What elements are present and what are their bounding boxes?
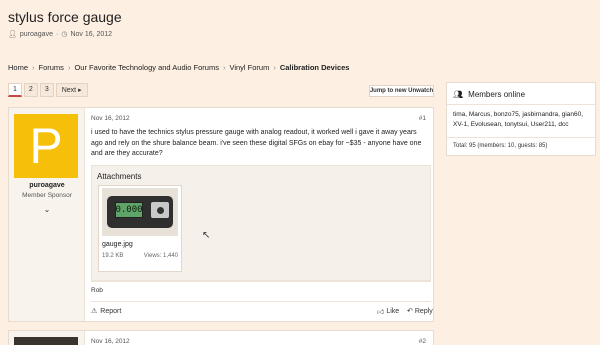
gauge-image: 0.000 (107, 196, 173, 228)
attachment-name[interactable]: gauge.jpg (102, 241, 133, 248)
mouse-cursor-icon: ↖ (202, 230, 211, 241)
user-title: Member Sponsor (22, 192, 72, 199)
gauge-screen: 0.000 (115, 202, 143, 218)
reply-button[interactable]: ↶ Reply (407, 307, 433, 316)
chevron-right-icon: › (67, 63, 71, 72)
page-link-3[interactable]: 3 (39, 83, 54, 97)
user-pane (9, 331, 85, 345)
members-list[interactable]: tima, Marcus, bonzo75, jasbirnandra, gia… (453, 110, 593, 130)
divider (91, 301, 431, 302)
breadcrumb-forums[interactable]: Forums (39, 63, 64, 72)
post-number[interactable]: #2 (419, 338, 426, 345)
avatar[interactable] (14, 337, 78, 345)
chevron-right-icon: › (222, 63, 226, 72)
post-date[interactable]: Nov 16, 2012 (91, 115, 130, 122)
report-label: Report (100, 307, 122, 315)
caret-right-icon: ▸ (78, 87, 82, 94)
meta-separator: · (55, 30, 59, 38)
username[interactable]: puroagave (9, 182, 85, 189)
users-icon: 👥︎ (453, 90, 464, 99)
members-total: Total: 95 (members: 10, guests: 85) (453, 143, 548, 149)
members-online-header: 👥︎ Members online (453, 90, 525, 99)
attachment-card[interactable]: 0.000 gauge.jpg 19.2 KB Views: 1,440 (98, 185, 182, 272)
like-label: Like (386, 308, 400, 315)
breadcrumb-forum[interactable]: Vinyl Forum (229, 63, 269, 72)
attachments-panel: Attachments 0.000 gauge.jpg 19.2 KB View… (91, 165, 431, 281)
breadcrumb-category[interactable]: Our Favorite Technology and Audio Forums (74, 63, 219, 72)
thread-meta: 👤︎ puroagave · ◷ Nov 16, 2012 (8, 30, 112, 39)
user-pane: P puroagave Member Sponsor ⌄ (9, 108, 85, 321)
post-date[interactable]: Nov 16, 2012 (91, 338, 130, 345)
divider (447, 104, 595, 105)
divider (447, 137, 595, 138)
clock-icon: ◷ (61, 31, 68, 38)
attachments-title: Attachments (97, 172, 142, 181)
thread-title: stylus force gauge (8, 9, 122, 25)
reply-icon: ↶ (407, 308, 413, 315)
chevron-right-icon: › (273, 63, 276, 72)
user-icon: 👤︎ (8, 31, 17, 38)
next-page-button[interactable]: Next ▸ (55, 83, 88, 97)
page-link-2[interactable]: 2 (23, 83, 38, 97)
avatar[interactable]: P (14, 114, 78, 178)
reply-label: Reply (414, 307, 433, 315)
breadcrumb-home[interactable]: Home (8, 63, 28, 72)
page-link-1[interactable]: 1 (8, 83, 22, 97)
thread-author[interactable]: puroagave (20, 31, 53, 38)
attachment-views: Views: 1,440 (143, 253, 178, 259)
like-button[interactable]: 👍︎ Like (377, 307, 399, 316)
gauge-weight (157, 207, 164, 214)
jump-to-new-button[interactable]: Jump to new Unwatch (369, 85, 434, 97)
signature: Rob (91, 287, 103, 294)
members-online-widget: 👥︎ Members online tima, Marcus, bonzo75,… (446, 82, 596, 156)
post: Nov 16, 2012 #2 (8, 330, 434, 345)
attachment-thumbnail[interactable]: 0.000 (102, 188, 178, 236)
post-number[interactable]: #1 (419, 115, 426, 122)
report-icon: ⚠︎ (91, 308, 98, 315)
breadcrumb: Home › Forums › Our Favorite Technology … (8, 63, 349, 72)
chevron-down-icon[interactable]: ⌄ (9, 205, 85, 214)
attachment-size: 19.2 KB (102, 253, 124, 259)
divider (91, 281, 431, 282)
members-online-title[interactable]: Members online (468, 90, 525, 99)
breadcrumb-current[interactable]: Calibration Devices (280, 63, 350, 72)
post: P puroagave Member Sponsor ⌄ Nov 16, 201… (8, 107, 434, 322)
report-button[interactable]: ⚠︎ Report (91, 307, 122, 316)
thread-date[interactable]: Nov 16, 2012 (70, 31, 112, 38)
post-body: i used to have the technics stylus press… (91, 129, 422, 157)
thumbs-up-icon: 👍︎ (377, 309, 385, 316)
next-label: Next (61, 87, 77, 94)
pagination: 1 2 3 Next ▸ (8, 83, 88, 97)
chevron-right-icon: › (32, 63, 35, 72)
